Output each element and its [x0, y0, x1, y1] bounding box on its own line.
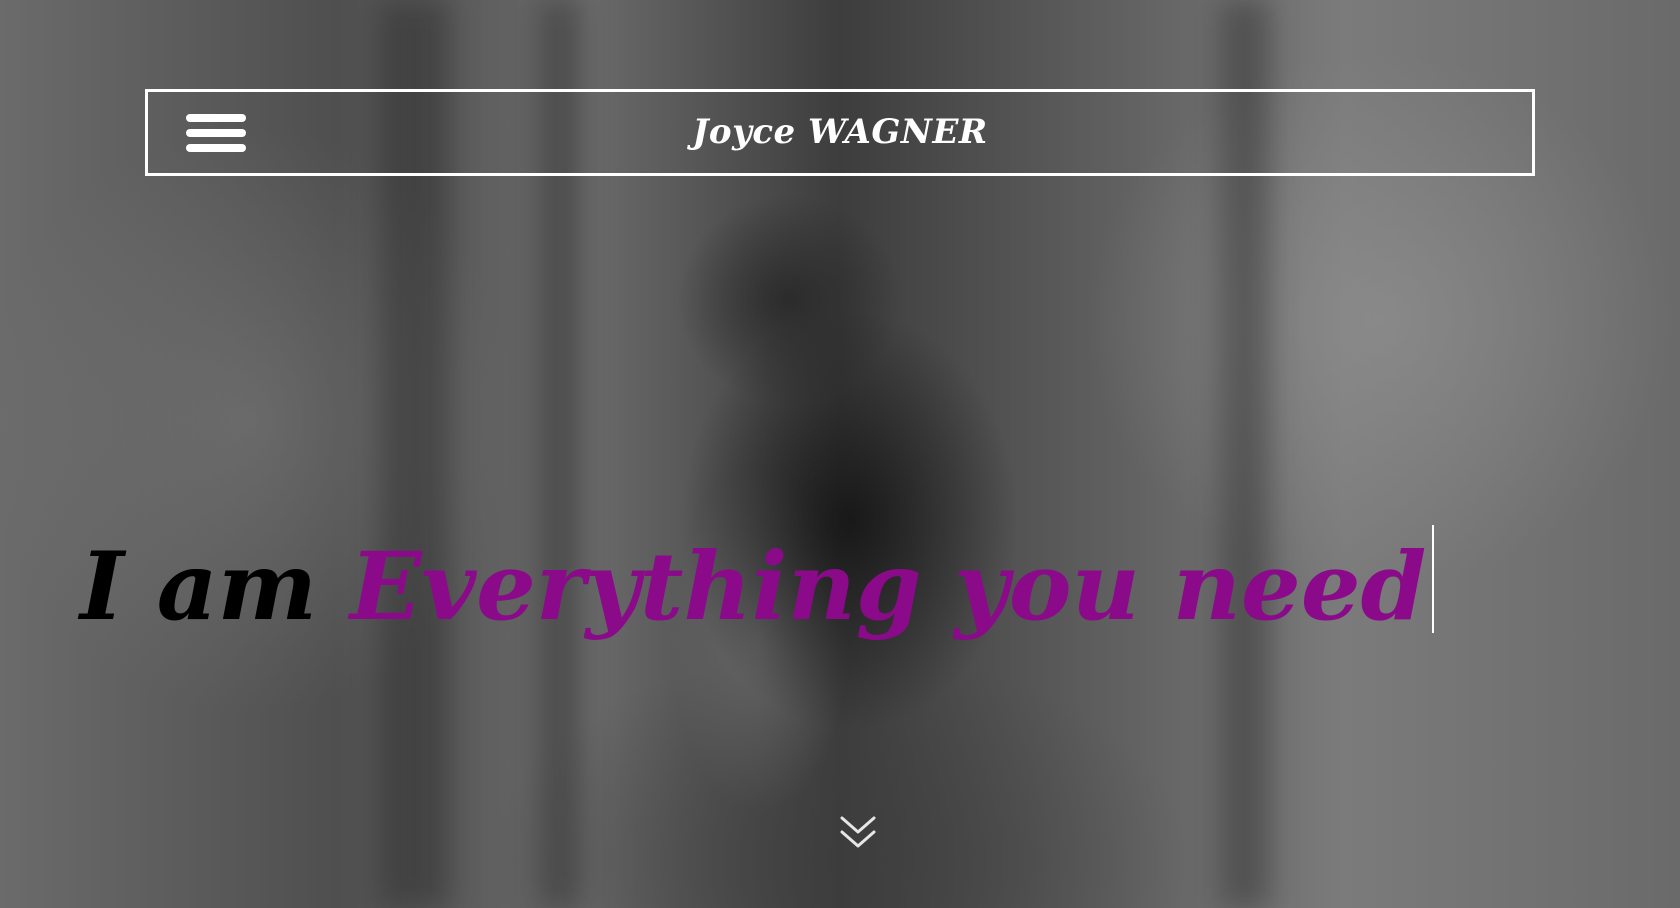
hero-headline: I am Everything you need — [80, 524, 1435, 645]
double-chevron-down-icon[interactable] — [838, 814, 878, 854]
site-title[interactable]: Joyce WAGNER — [148, 92, 1532, 173]
top-navigation-bar: Joyce WAGNER — [145, 89, 1535, 176]
double-chevron-down-svg — [840, 816, 876, 848]
headline-typed-text: Everything you need — [349, 531, 1427, 642]
typing-caret — [1432, 524, 1435, 633]
headline-prefix: I am — [80, 531, 318, 642]
